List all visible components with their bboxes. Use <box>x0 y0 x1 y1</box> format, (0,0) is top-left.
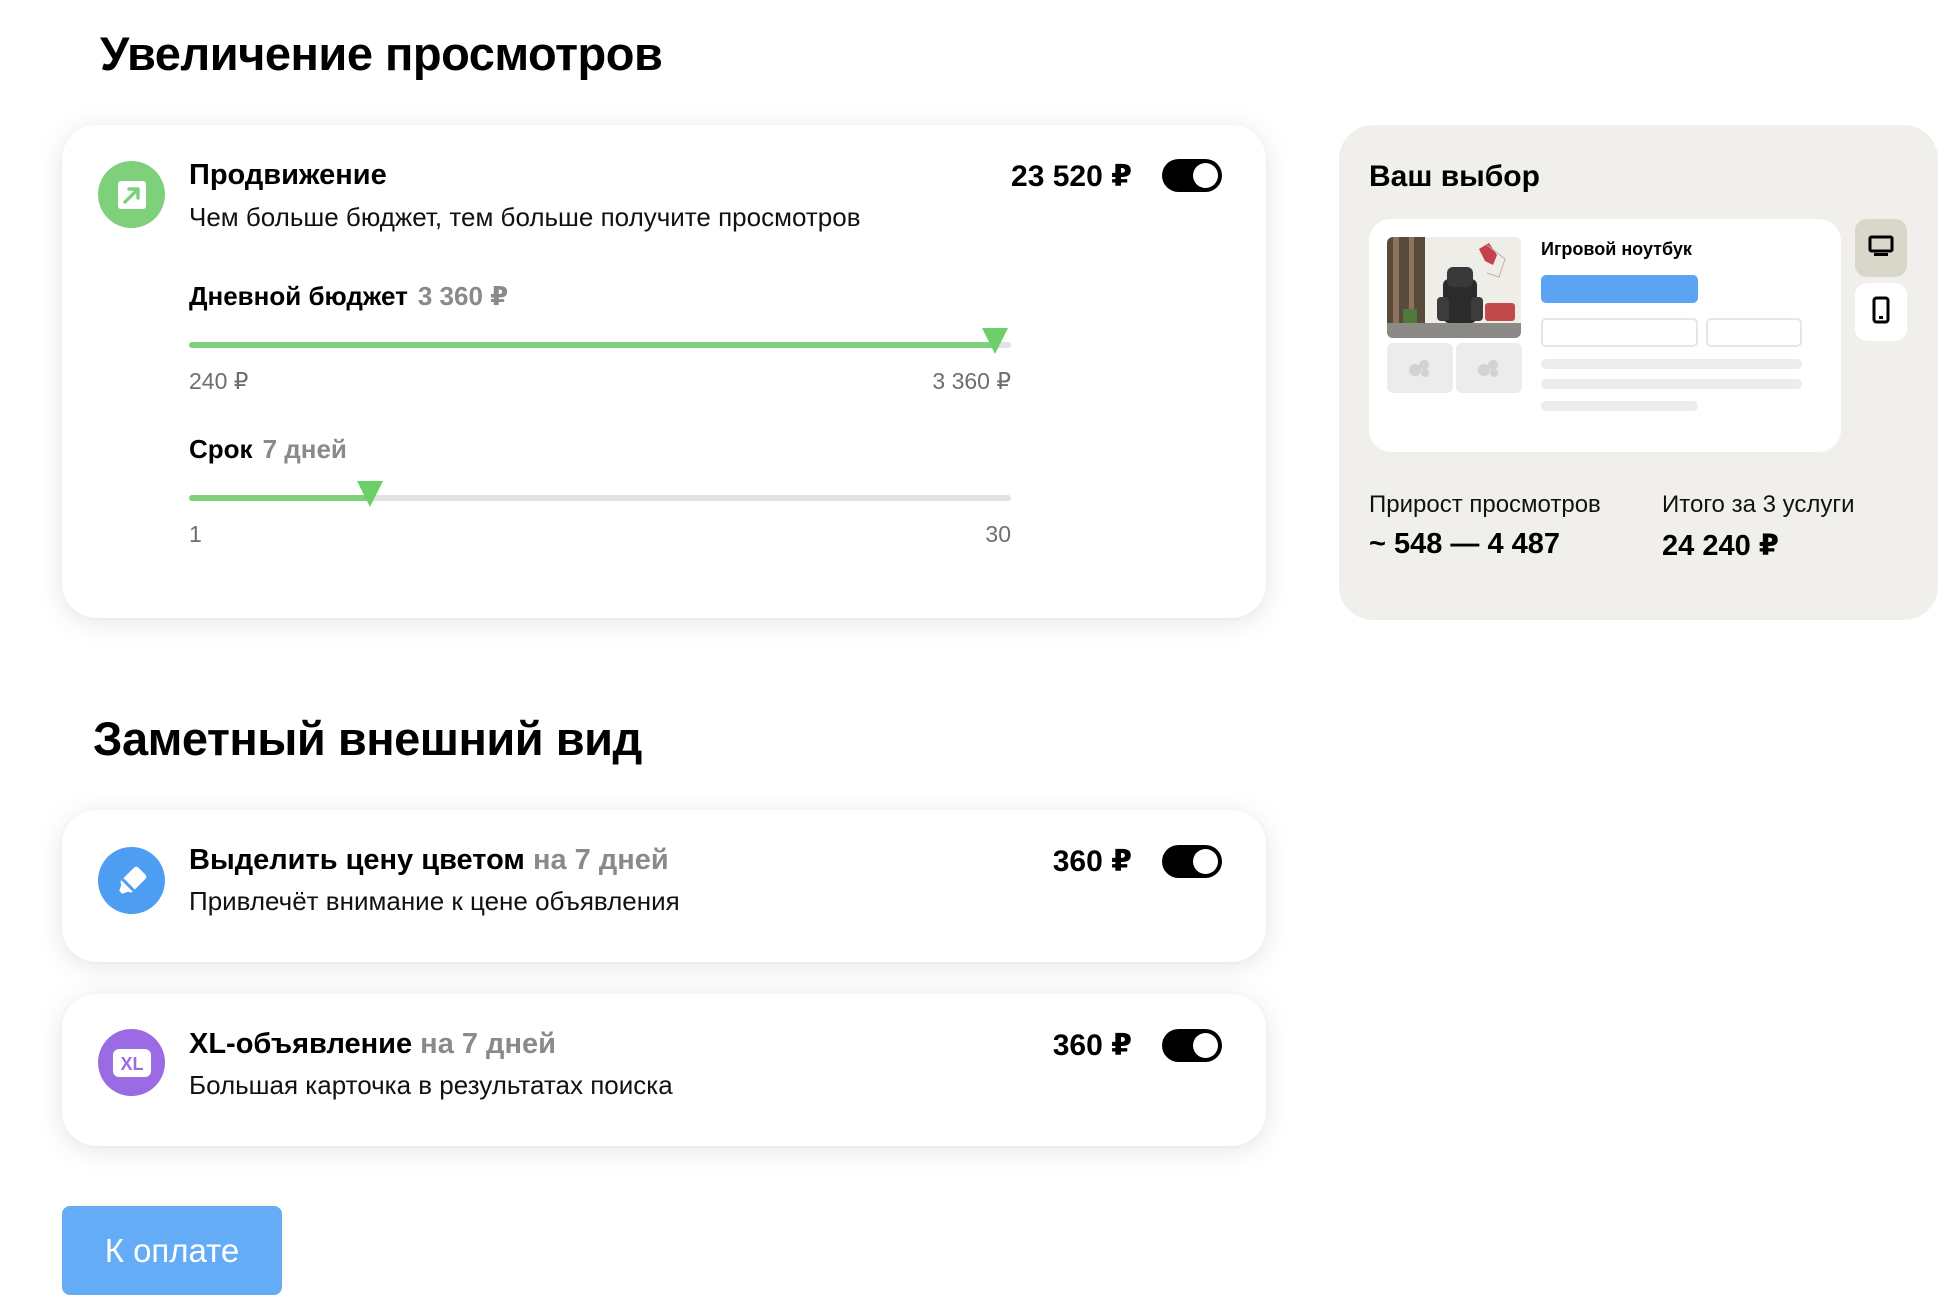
listing-preview-title: Игровой ноутбук <box>1541 239 1692 259</box>
daily-budget-label: Дневной бюджет 3 360 ₽ <box>189 281 508 312</box>
highlight-price-description: Привлечёт внимание к цене объявления <box>189 886 680 916</box>
xl-listing-title: XL-объявление на 7 дней <box>189 1028 556 1061</box>
promotion-card: Продвижение Чем больше бюджет, тем больш… <box>62 125 1266 618</box>
xl-listing-price: 360 ₽ <box>1052 1029 1132 1062</box>
xl-listing-toggle[interactable] <box>1162 1029 1222 1062</box>
listing-preview-photo <box>1387 237 1521 338</box>
term-slider-fill <box>189 495 370 501</box>
highlight-price-duration: на 7 дней <box>532 844 669 876</box>
arrow-up-right-icon <box>98 161 165 228</box>
toggle-knob <box>1193 1033 1218 1058</box>
promotion-title: Продвижение <box>189 159 387 191</box>
term-label: Срок 7 дней <box>189 434 347 465</box>
listing-preview-text-line <box>1541 379 1802 389</box>
toggle-knob <box>1193 163 1218 188</box>
daily-budget-label-text: Дневной бюджет <box>189 281 408 311</box>
listing-preview-thumb-placeholder <box>1456 343 1522 393</box>
highlight-price-toggle[interactable] <box>1162 845 1222 878</box>
marker-icon <box>98 847 165 914</box>
xl-listing-title-text: XL-объявление <box>189 1028 413 1060</box>
your-choice-panel: Ваш выбор Игровой ноутбук Прирост просмо… <box>1339 125 1938 620</box>
listing-preview-placeholder-box <box>1706 318 1802 347</box>
daily-budget-slider-fill <box>189 342 995 348</box>
desktop-icon <box>1868 235 1894 262</box>
term-max: 30 <box>985 521 1011 547</box>
highlight-price-title: Выделить цену цветом на 7 дней <box>189 844 669 877</box>
promotion-price: 23 520 ₽ <box>1011 160 1132 193</box>
term-label-text: Срок <box>189 434 253 464</box>
daily-budget-min: 240 ₽ <box>189 368 249 394</box>
daily-budget-slider[interactable] <box>189 328 1011 354</box>
desktop-preview-button[interactable] <box>1855 219 1907 277</box>
xl-listing-card: XL XL-объявление на 7 дней Большая карто… <box>62 994 1266 1146</box>
listing-preview: Игровой ноутбук <box>1369 219 1841 452</box>
term-value: 7 дней <box>262 434 347 464</box>
listing-preview-text-line <box>1541 359 1802 369</box>
term-slider-thumb[interactable] <box>356 481 383 507</box>
views-growth-value: ~ 548 — 4 487 <box>1369 528 1561 560</box>
term-min: 1 <box>189 521 202 547</box>
xl-listing-description: Большая карточка в результатах поиска <box>189 1070 673 1100</box>
mobile-preview-button[interactable] <box>1855 283 1907 341</box>
section-title-appearance: Заметный внешний вид <box>93 712 642 765</box>
xl-listing-duration: на 7 дней <box>420 1028 556 1060</box>
promotion-toggle[interactable] <box>1162 159 1222 192</box>
highlight-price-title-text: Выделить цену цветом <box>189 844 525 876</box>
listing-preview-text-line <box>1541 401 1698 411</box>
listing-preview-thumb-placeholder <box>1387 343 1453 393</box>
xl-icon-text: XL <box>120 1054 143 1074</box>
your-choice-title: Ваш выбор <box>1369 160 1540 193</box>
total-value: 24 240 ₽ <box>1662 530 1779 562</box>
total-label: Итого за 3 услуги <box>1662 491 1855 518</box>
views-growth-label: Прирост просмотров <box>1369 491 1601 518</box>
toggle-knob <box>1193 849 1218 874</box>
daily-budget-value: 3 360 ₽ <box>417 281 509 311</box>
mobile-icon <box>1872 296 1890 329</box>
section-title-views: Увеличение просмотров <box>100 27 663 80</box>
xl-icon: XL <box>98 1029 165 1096</box>
checkout-button[interactable]: К оплате <box>62 1206 282 1295</box>
listing-preview-placeholder-box <box>1541 318 1698 347</box>
daily-budget-max: 3 360 ₽ <box>932 368 1011 394</box>
highlight-price-price: 360 ₽ <box>1052 845 1132 878</box>
listing-preview-price-bar <box>1541 275 1698 303</box>
promotion-description: Чем больше бюджет, тем больше получите п… <box>189 202 861 232</box>
term-slider[interactable] <box>189 481 1011 507</box>
daily-budget-slider-thumb[interactable] <box>981 328 1008 354</box>
highlight-price-card: Выделить цену цветом на 7 дней Привлечёт… <box>62 810 1266 962</box>
